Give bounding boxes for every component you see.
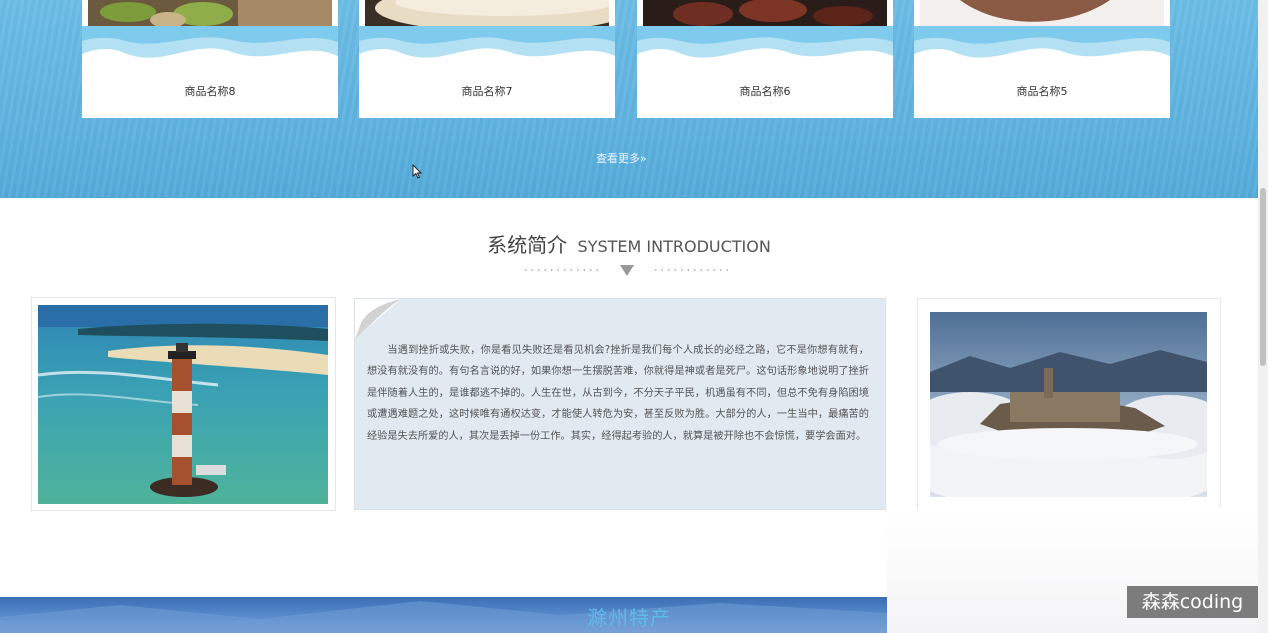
lighthouse-photo	[38, 305, 328, 504]
product-name[interactable]: 商品名称5	[914, 83, 1170, 99]
mouse-cursor-icon	[412, 164, 422, 179]
dotted-divider-right	[655, 269, 729, 271]
wave-decoration	[914, 26, 1170, 58]
lighthouse-image-frame	[31, 297, 336, 511]
product-card-6[interactable]: 商品名称6	[637, 0, 893, 118]
intro-paragraph: 当遇到挫折或失败，你是看见失败还是看见机会?挫折是我们每个人成长的必经之路，它不…	[367, 345, 869, 442]
product-card-8[interactable]: 商品名称8	[82, 0, 338, 118]
castle-in-clouds-photo	[930, 312, 1207, 497]
divider-arrow-icon	[620, 265, 634, 276]
page-scrollbar[interactable]	[1258, 0, 1268, 633]
section-title: 系统简介 SYSTEM INTRODUCTION	[0, 229, 1258, 258]
castle-image-frame	[917, 298, 1221, 510]
intro-text-box: 当遇到挫折或失败，你是看见失败还是看见机会?挫折是我们每个人成长的必经之路，它不…	[354, 298, 886, 510]
page-curl-decoration	[355, 299, 401, 339]
product-card-7[interactable]: 商品名称7	[359, 0, 615, 118]
wave-decoration	[82, 26, 338, 58]
wave-decoration	[637, 26, 893, 58]
section-title-en: SYSTEM INTRODUCTION	[577, 237, 771, 256]
product-name[interactable]: 商品名称6	[637, 83, 893, 99]
watermark: 森森coding	[1127, 586, 1258, 618]
section-title-cn: 系统简介	[487, 233, 568, 257]
view-more-link[interactable]: 查看更多»	[596, 150, 647, 166]
products-section: 商品名称8 商品名称7 商品名称6 商品名称5 查看更多»	[0, 0, 1258, 198]
product-name[interactable]: 商品名称7	[359, 83, 615, 99]
specialty-section-title: 滁州特产	[587, 606, 671, 630]
product-card-5[interactable]: 商品名称5	[914, 0, 1170, 118]
scrollbar-thumb[interactable]	[1260, 188, 1266, 366]
wave-decoration	[359, 26, 615, 58]
dotted-divider-left	[525, 269, 599, 271]
product-name[interactable]: 商品名称8	[82, 83, 338, 99]
